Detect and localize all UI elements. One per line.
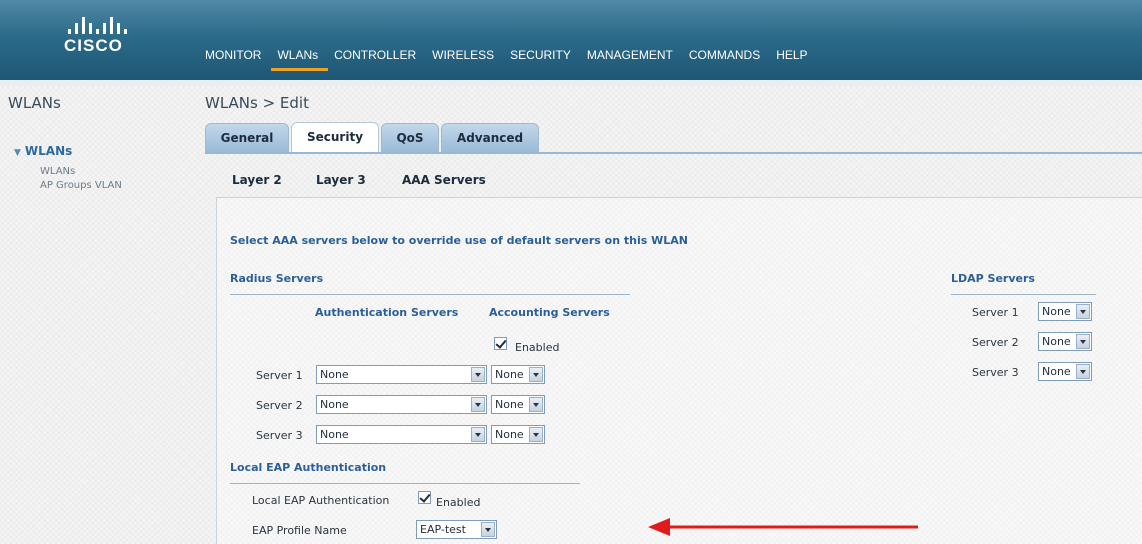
ldap-server2-select[interactable]: None	[1038, 332, 1092, 351]
acct-enabled-checkbox[interactable]	[494, 337, 507, 350]
nav-wireless[interactable]: WIRELESS	[432, 48, 494, 68]
local-eap-label: Local EAP Authentication	[252, 494, 390, 507]
ldap-heading: LDAP Servers	[951, 272, 1035, 285]
radius-server2-auth-select[interactable]: None	[316, 395, 487, 414]
ldap-server1-label: Server 1	[972, 306, 1019, 319]
tab-security[interactable]: Security	[291, 122, 379, 154]
top-header: CISCO MONITOR WLANs CONTROLLER WIRELESS …	[0, 0, 1142, 82]
radius-server3-acct-select[interactable]: None	[491, 425, 545, 444]
subtab-aaa-servers[interactable]: AAA Servers	[402, 173, 486, 187]
select-value: None	[495, 398, 524, 411]
acct-enabled-label: Enabled	[515, 341, 560, 354]
annotation-arrow-icon	[648, 518, 918, 536]
nav-help[interactable]: HELP	[776, 48, 807, 68]
local-eap-enabled-label: Enabled	[436, 496, 481, 509]
ldap-server2-label: Server 2	[972, 336, 1019, 349]
radius-server1-label: Server 1	[256, 369, 303, 382]
nav-wlans[interactable]: WLANs	[277, 48, 318, 68]
select-value: None	[495, 368, 524, 381]
nav-commands[interactable]: COMMANDS	[689, 48, 760, 68]
ldap-server3-select[interactable]: None	[1038, 362, 1092, 381]
nav-monitor[interactable]: MONITOR	[205, 48, 261, 68]
chevron-down-icon	[529, 397, 543, 412]
select-value: None	[320, 428, 349, 441]
sidebar-item-ap-groups-vlan[interactable]: AP Groups VLAN	[40, 180, 122, 191]
page-title: WLANs > Edit	[205, 94, 309, 112]
chevron-down-icon	[471, 427, 485, 442]
cisco-logo: CISCO	[64, 14, 140, 60]
sidebar-item-wlans[interactable]: WLANs	[40, 166, 75, 177]
tab-qos[interactable]: QoS	[381, 123, 439, 153]
local-eap-heading: Local EAP Authentication	[230, 461, 387, 474]
cisco-logo-bars-icon	[68, 16, 134, 34]
select-value: None	[1042, 365, 1071, 378]
tab-advanced[interactable]: Advanced	[441, 123, 539, 153]
cisco-logo-text: CISCO	[64, 36, 123, 55]
aaa-intro-text: Select AAA servers below to override use…	[230, 234, 688, 247]
chevron-down-icon	[529, 367, 543, 382]
chevron-down-icon	[1076, 364, 1090, 379]
select-value: EAP-test	[420, 523, 466, 536]
radius-heading: Radius Servers	[230, 272, 324, 285]
chevron-down-icon	[481, 522, 495, 537]
sidebar-title: WLANs	[8, 94, 61, 112]
select-value: None	[495, 428, 524, 441]
local-eap-enabled-checkbox[interactable]	[418, 491, 431, 504]
chevron-down-icon	[471, 397, 485, 412]
radius-server3-label: Server 3	[256, 429, 303, 442]
chevron-down-icon	[529, 427, 543, 442]
subtab-layer3[interactable]: Layer 3	[316, 173, 366, 187]
select-value: None	[1042, 305, 1071, 318]
main-nav: MONITOR WLANs CONTROLLER WIRELESS SECURI…	[205, 48, 824, 68]
acct-servers-header: Accounting Servers	[489, 306, 610, 319]
eap-profile-select[interactable]: EAP-test	[416, 520, 497, 539]
radius-server1-acct-select[interactable]: None	[491, 365, 545, 384]
nav-management[interactable]: MANAGEMENT	[587, 48, 673, 68]
select-value: None	[320, 368, 349, 381]
sidebar-group-wlans[interactable]: ▼ WLANs	[14, 144, 72, 158]
select-value: None	[1042, 335, 1071, 348]
radius-server2-acct-select[interactable]: None	[491, 395, 545, 414]
chevron-down-icon	[1076, 334, 1090, 349]
tab-strip	[205, 152, 1142, 154]
chevron-down-icon	[1076, 304, 1090, 319]
eap-profile-name-label: EAP Profile Name	[252, 524, 347, 537]
subtab-layer2[interactable]: Layer 2	[232, 173, 282, 187]
ldap-server3-label: Server 3	[972, 366, 1019, 379]
sidebar-group-label: WLANs	[24, 144, 73, 158]
radius-server3-auth-select[interactable]: None	[316, 425, 487, 444]
ldap-divider	[951, 294, 1096, 295]
radius-server1-auth-select[interactable]: None	[316, 365, 487, 384]
select-value: None	[320, 398, 349, 411]
radius-server2-label: Server 2	[256, 399, 303, 412]
nav-controller[interactable]: CONTROLLER	[334, 48, 416, 68]
sidebar: WLANs ▼ WLANs WLANs AP Groups VLAN	[0, 86, 190, 544]
ldap-server1-select[interactable]: None	[1038, 302, 1092, 321]
triangle-down-icon: ▼	[14, 148, 21, 158]
nav-security[interactable]: SECURITY	[510, 48, 571, 68]
auth-servers-header: Authentication Servers	[315, 306, 459, 319]
radius-divider	[230, 294, 630, 295]
local-eap-divider	[230, 483, 580, 484]
tab-general[interactable]: General	[205, 123, 289, 153]
chevron-down-icon	[471, 367, 485, 382]
